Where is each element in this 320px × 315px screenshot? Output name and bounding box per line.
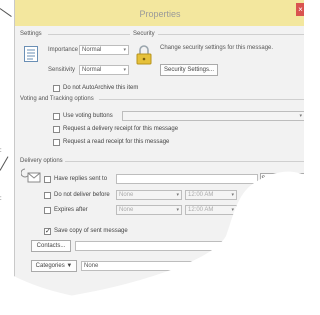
torn-paper-overlay bbox=[0, 171, 304, 315]
